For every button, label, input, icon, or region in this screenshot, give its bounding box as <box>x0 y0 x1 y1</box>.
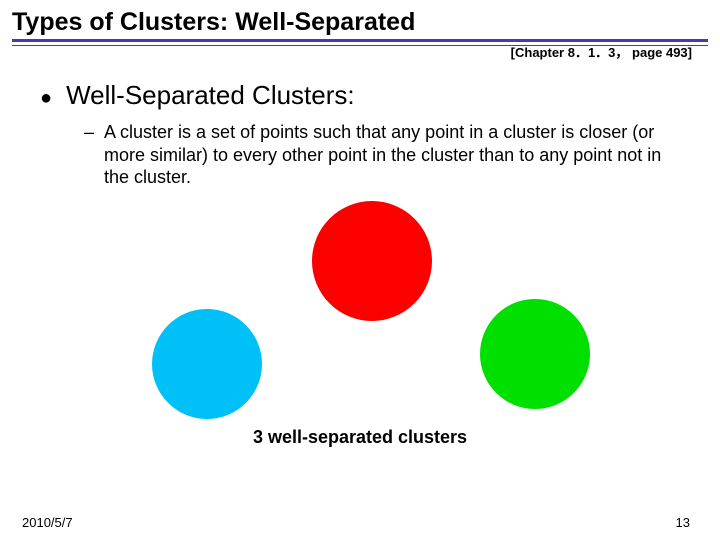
title-row: Types of Clusters: Well-Separated <box>12 8 708 46</box>
chapter-reference: [Chapter 8．1．3， page 493] <box>511 42 692 61</box>
footer-date: 2010/5/7 <box>22 515 73 530</box>
bullet-sub: – A cluster is a set of points such that… <box>84 121 668 189</box>
dash-icon: – <box>84 122 94 143</box>
footer: 2010/5/7 13 <box>22 515 690 530</box>
diagram-caption: 3 well-separated clusters <box>12 427 708 448</box>
bullet-main: ● Well-Separated Clusters: <box>40 80 708 111</box>
slide: Types of Clusters: Well-Separated [Chapt… <box>0 0 720 540</box>
cluster-green-circle <box>480 299 590 409</box>
slide-title: Types of Clusters: Well-Separated <box>12 8 708 37</box>
bullet-dot-icon: ● <box>40 88 52 108</box>
cluster-red-circle <box>312 201 432 321</box>
footer-page: 13 <box>676 515 690 530</box>
clusters-diagram <box>12 201 708 421</box>
bullet-label: Well-Separated Clusters: <box>66 80 355 111</box>
sub-text: A cluster is a set of points such that a… <box>104 121 668 189</box>
cluster-cyan-circle <box>152 309 262 419</box>
